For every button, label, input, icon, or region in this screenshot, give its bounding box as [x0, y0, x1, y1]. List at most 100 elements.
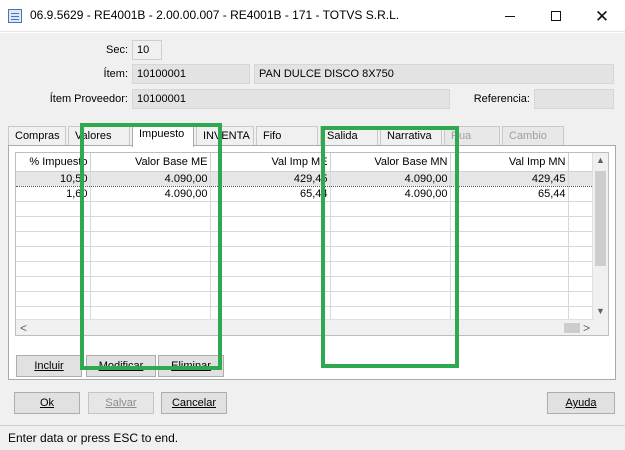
table-cell[interactable] — [450, 276, 569, 292]
table-cell[interactable] — [90, 201, 211, 217]
scroll-down-icon[interactable]: ▼ — [596, 307, 605, 316]
table-cell[interactable] — [330, 201, 451, 217]
referencia-label: Referencia: — [473, 93, 530, 105]
tab-compras[interactable]: Compras — [8, 126, 66, 146]
tab-narrativa[interactable]: Narrativa — [380, 126, 442, 146]
maximize-icon — [551, 11, 561, 21]
tax-grid[interactable]: % Impuesto Valor Base ME Val Imp ME Valo… — [15, 152, 609, 336]
table-cell[interactable] — [16, 246, 91, 262]
table-cell[interactable]: 4.090,00 — [330, 186, 451, 202]
table-cell[interactable] — [450, 216, 569, 232]
table-row[interactable] — [16, 261, 603, 277]
sec-label: Sec: — [105, 44, 128, 56]
table-row[interactable]: 1,60 4.090,00 65,44 4.090,00 65,44 — [16, 186, 603, 202]
scroll-right-icon[interactable]: > — [583, 322, 590, 334]
column-header-valor-base-mn[interactable]: Valor Base MN — [330, 153, 451, 172]
table-cell[interactable]: 1,60 — [16, 186, 91, 202]
table-cell[interactable] — [90, 291, 211, 307]
table-cell[interactable] — [210, 261, 331, 277]
table-cell[interactable] — [210, 291, 331, 307]
table-cell[interactable]: 4.090,00 — [330, 170, 451, 187]
table-cell[interactable]: 65,44 — [450, 186, 569, 202]
column-header-val-imp-mn[interactable]: Val Imp MN — [450, 153, 569, 172]
table-cell[interactable] — [330, 231, 451, 247]
cancelar-button[interactable]: Cancelar — [161, 392, 227, 414]
incluir-button[interactable]: Incluir — [16, 355, 82, 377]
item-description-field[interactable]: PAN DULCE DISCO 8X750 — [254, 64, 614, 84]
table-cell[interactable]: 4.090,00 — [90, 186, 211, 202]
table-cell[interactable] — [210, 216, 331, 232]
salvar-label: Salvar — [105, 397, 137, 409]
scroll-left-icon[interactable]: < — [20, 322, 27, 334]
item-label: Ítem: — [103, 68, 128, 80]
table-row[interactable] — [16, 231, 603, 247]
table-row[interactable] — [16, 291, 603, 307]
table-cell[interactable]: 65,44 — [210, 186, 331, 202]
scroll-up-icon[interactable]: ▲ — [596, 156, 605, 165]
table-cell[interactable] — [90, 246, 211, 262]
table-cell[interactable] — [16, 261, 91, 277]
vertical-scroll-thumb[interactable] — [595, 171, 606, 266]
table-cell[interactable] — [90, 216, 211, 232]
table-cell[interactable] — [330, 291, 451, 307]
table-cell[interactable] — [330, 246, 451, 262]
table-cell[interactable] — [330, 261, 451, 277]
table-cell[interactable] — [16, 291, 91, 307]
table-cell[interactable] — [450, 261, 569, 277]
table-row[interactable] — [16, 246, 603, 262]
table-cell[interactable] — [16, 276, 91, 292]
table-cell[interactable] — [210, 246, 331, 262]
column-header-valor-base-me[interactable]: Valor Base ME — [90, 153, 211, 172]
tab-impuesto[interactable]: Impuesto — [132, 124, 194, 147]
vertical-scrollbar[interactable]: ▲ ▼ — [592, 153, 608, 335]
sec-field[interactable]: 10 — [132, 40, 162, 60]
tab-cambio[interactable]: Cambio — [502, 126, 564, 146]
horizontal-scrollbar[interactable]: < > — [16, 319, 594, 335]
table-cell[interactable] — [90, 261, 211, 277]
table-row[interactable] — [16, 276, 603, 292]
table-cell[interactable] — [210, 276, 331, 292]
table-header-row: % Impuesto Valor Base ME Val Imp ME Valo… — [16, 153, 603, 172]
close-button[interactable]: ✕ — [579, 0, 625, 32]
table-cell[interactable] — [450, 201, 569, 217]
table-row[interactable]: 10,50 4.090,00 429,45 4.090,00 429,45 — [16, 170, 603, 187]
table-cell[interactable] — [16, 216, 91, 232]
tab-fifo[interactable]: Fifo — [256, 126, 318, 146]
table-cell[interactable] — [330, 216, 451, 232]
tab-rua[interactable]: Rua — [444, 126, 500, 146]
item-proveedor-field[interactable]: 10100001 — [132, 89, 450, 109]
table-cell[interactable]: 4.090,00 — [90, 170, 211, 187]
table-cell[interactable] — [450, 231, 569, 247]
status-separator — [0, 417, 625, 425]
table-cell[interactable] — [450, 246, 569, 262]
tab-strip: Compras Valores Impuesto INVENTA Fifo Sa… — [8, 124, 568, 147]
eliminar-button[interactable]: Eliminar — [158, 355, 224, 377]
item-code-field[interactable]: 10100001 — [132, 64, 250, 84]
table-cell[interactable] — [210, 201, 331, 217]
table-cell[interactable]: 10,50 — [16, 170, 91, 187]
column-header-val-imp-me[interactable]: Val Imp ME — [210, 153, 331, 172]
ayuda-button[interactable]: Ayuda — [547, 392, 615, 414]
salvar-button[interactable]: Salvar — [88, 392, 154, 414]
referencia-field[interactable] — [534, 89, 614, 109]
table-cell[interactable] — [90, 231, 211, 247]
tab-inventa[interactable]: INVENTA — [196, 126, 254, 146]
table-row[interactable] — [16, 216, 603, 232]
tab-valores[interactable]: Valores — [68, 126, 130, 146]
table-cell[interactable] — [330, 276, 451, 292]
table-cell[interactable] — [16, 231, 91, 247]
minimize-button[interactable] — [487, 0, 533, 32]
maximize-button[interactable] — [533, 0, 579, 32]
table-cell[interactable] — [90, 276, 211, 292]
modificar-button[interactable]: Modificar — [86, 355, 156, 377]
table-cell[interactable] — [450, 291, 569, 307]
horizontal-scroll-thumb[interactable] — [564, 323, 580, 333]
table-row[interactable] — [16, 201, 603, 217]
table-cell[interactable]: 429,45 — [210, 170, 331, 187]
table-cell[interactable]: 429,45 — [450, 170, 569, 187]
table-cell[interactable] — [16, 201, 91, 217]
table-cell[interactable] — [210, 231, 331, 247]
tab-salida[interactable]: Salida — [320, 126, 378, 146]
ok-button[interactable]: Ok — [14, 392, 80, 414]
column-header-pct-impuesto[interactable]: % Impuesto — [16, 153, 91, 172]
